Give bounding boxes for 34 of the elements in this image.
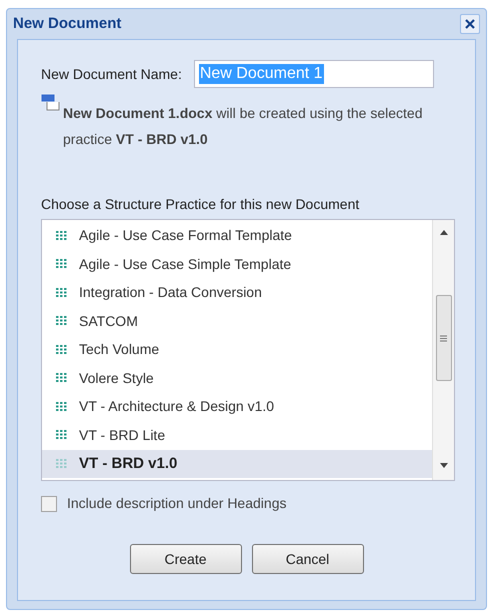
window-title: New Document <box>13 14 122 34</box>
list-item[interactable]: SATCOM <box>42 307 432 336</box>
list-item[interactable]: Tech Volume <box>42 336 432 364</box>
list-item[interactable]: Integration - Data Conversion <box>42 278 432 307</box>
grid-icon <box>56 259 67 270</box>
list-item[interactable]: Agile - Use Case Formal Template <box>42 222 432 250</box>
document-icon <box>41 94 61 112</box>
close-button[interactable] <box>460 14 480 34</box>
grid-icon <box>56 402 67 412</box>
scroll-down-icon[interactable] <box>440 463 448 468</box>
close-icon <box>464 18 476 30</box>
dialog-button[interactable]: Create <box>130 544 242 574</box>
scroll-thumb[interactable] <box>436 295 452 381</box>
grid-icon <box>56 316 67 326</box>
checkbox[interactable] <box>41 496 57 512</box>
scrollbar[interactable] <box>432 220 454 480</box>
list-label: Choose a Structure Practice for this new Document <box>41 195 360 214</box>
list-item[interactable]: Volere Style <box>42 364 432 392</box>
list-item[interactable]: VT - BRD v1.0 <box>42 450 432 478</box>
grid-icon <box>56 288 67 298</box>
grid-icon <box>56 230 67 241</box>
grip-icon <box>440 334 447 342</box>
list-item[interactable]: Agile - Use Case Simple Template <box>42 250 432 278</box>
checkbox-label: Include description under Headings <box>67 494 286 513</box>
grid-icon <box>56 373 67 384</box>
dialog-button[interactable]: Cancel <box>252 544 364 574</box>
grid-icon <box>56 458 67 469</box>
grid-icon <box>56 430 67 440</box>
info-text: New Document 1.docx will be created using the selected practice VT - BRD v1.0 <box>63 104 424 149</box>
grid-icon <box>56 344 67 355</box>
scroll-up-icon[interactable] <box>440 230 448 235</box>
list-item[interactable]: VT - BRD Lite <box>42 421 432 450</box>
list-item[interactable]: VT - Architecture & Design v1.0 <box>42 392 432 421</box>
field-label: New Document Name: <box>41 64 182 84</box>
